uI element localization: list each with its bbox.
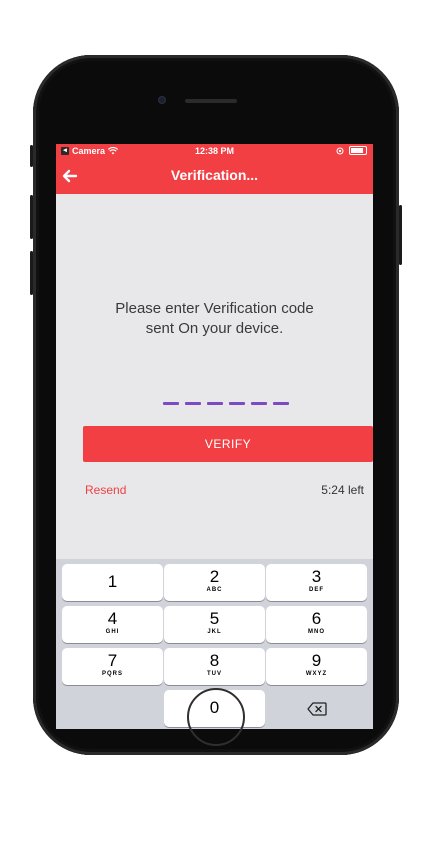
key-2[interactable]: 2 ABC [164, 564, 265, 601]
verify-button[interactable]: VERIFY [83, 426, 373, 462]
phone-frame: ◂ Camera 12:38 PM Verification... Please… [30, 55, 402, 755]
code-digit-slot [185, 402, 201, 405]
key-8[interactable]: 8 TUV [164, 648, 265, 685]
key-6[interactable]: 6 MNO [266, 606, 367, 643]
code-digit-slot [273, 402, 289, 405]
volume-down-button [30, 251, 33, 295]
front-camera-icon [158, 96, 166, 104]
earpiece-speaker [185, 99, 237, 103]
power-button [399, 205, 402, 265]
instruction-line-2: sent On your device. [145, 320, 284, 337]
code-digit-slot [229, 402, 245, 405]
resend-link[interactable]: Resend [85, 483, 126, 497]
location-icon [336, 147, 344, 154]
verification-code-input[interactable] [163, 402, 289, 405]
code-digit-slot [251, 402, 267, 405]
key-7[interactable]: 7 PQRS [62, 648, 163, 685]
delete-key-icon[interactable] [266, 690, 367, 727]
page-title: Verification... [170, 167, 259, 183]
status-time: 12:38 PM [194, 146, 235, 156]
key-3[interactable]: 3 DEF [266, 564, 367, 601]
code-digit-slot [163, 402, 179, 405]
key-5[interactable]: 5 JKL [164, 606, 265, 643]
instruction-text: Please enter Verification code sent On y… [56, 299, 373, 339]
status-right [336, 146, 367, 155]
home-button[interactable] [187, 688, 245, 746]
key-9[interactable]: 9 WXYZ [266, 648, 367, 685]
volume-up-button [30, 195, 33, 239]
battery-icon [349, 146, 367, 155]
key-1[interactable]: 1 [62, 564, 163, 601]
countdown-timer: 5:24 left [321, 483, 364, 497]
nav-bar: Verification... [56, 158, 373, 194]
instruction-line-1: Please enter Verification code [115, 300, 314, 317]
screen: ◂ Camera 12:38 PM Verification... Please… [56, 144, 373, 729]
mute-switch [30, 145, 33, 167]
key-4[interactable]: 4 GHI [62, 606, 163, 643]
code-digit-slot [207, 402, 223, 405]
status-bar: ◂ Camera 12:38 PM [56, 144, 373, 158]
